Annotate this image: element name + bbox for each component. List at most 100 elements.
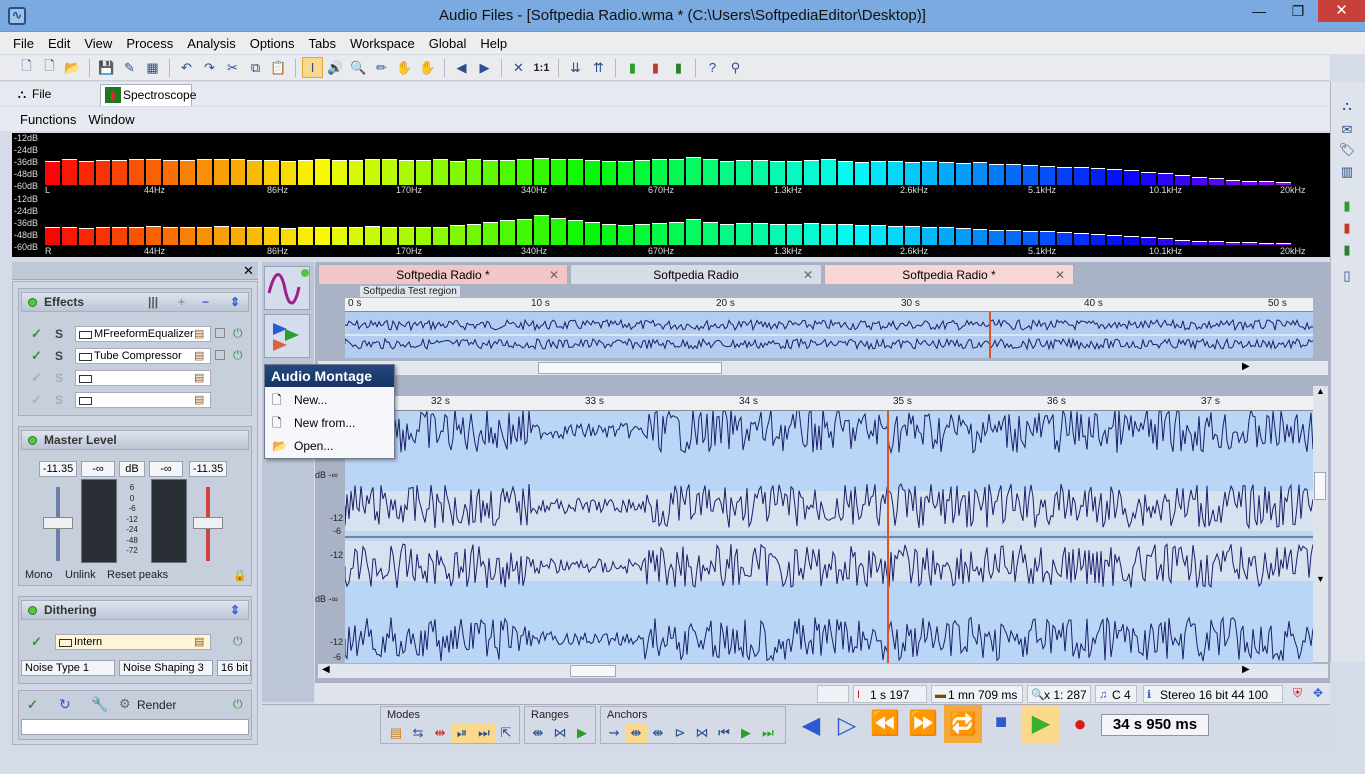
- tab-spectroscope[interactable]: ▮ Spectroscope: [100, 84, 196, 106]
- popup-item-open[interactable]: 📂 Open...: [267, 435, 393, 457]
- marker-side-icon[interactable]: 🏷: [1336, 140, 1358, 160]
- anchor-next-icon[interactable]: ⏭: [757, 723, 779, 743]
- effect-4-solo-icon[interactable]: S: [55, 393, 63, 407]
- region-marker[interactable]: Softpedia Test region: [360, 286, 460, 297]
- anchor-prev-icon[interactable]: ⏮: [713, 723, 735, 743]
- close-button[interactable]: ✕: [1318, 0, 1365, 22]
- status-format[interactable]: ℹStereo 16 bit 44 100 Hz: [1143, 685, 1283, 720]
- effect-2-solo-icon[interactable]: S: [55, 349, 63, 363]
- mode-play-sel-icon[interactable]: ⏯: [451, 723, 473, 743]
- scroll-thumb[interactable]: [538, 362, 722, 374]
- vertical-scrollbar[interactable]: ▲ ▼: [1313, 386, 1328, 662]
- text-cursor-icon[interactable]: I: [302, 57, 323, 78]
- effect-2-check-icon[interactable]: ✓: [31, 348, 42, 364]
- scroll-right-icon[interactable]: ▶: [1242, 361, 1250, 372]
- undo-icon[interactable]: ↶: [176, 57, 197, 78]
- anchor-select-icon[interactable]: ⇼: [625, 723, 647, 743]
- effect-2-power-icon[interactable]: ⏻: [233, 348, 243, 363]
- doc-tab-close-icon[interactable]: ✕: [549, 265, 559, 285]
- keyboard-side-icon[interactable]: ▥: [1336, 162, 1358, 182]
- dither-edit-icon[interactable]: ▤: [194, 635, 204, 648]
- range-split-icon[interactable]: ⋈: [549, 723, 571, 743]
- render-gear-icon[interactable]: ⚙: [119, 696, 131, 712]
- master-power-led[interactable]: [28, 436, 37, 445]
- rewind-icon[interactable]: ⏪: [868, 709, 902, 738]
- copy-icon[interactable]: ⧉: [245, 57, 266, 78]
- zoom-in-vertical-icon[interactable]: ⇊: [565, 57, 586, 78]
- effect-slot-2[interactable]: Tube Compressor: [75, 348, 211, 364]
- speaker-icon[interactable]: 🔊: [325, 57, 346, 78]
- effect-3-check-icon[interactable]: ✓: [31, 370, 42, 386]
- status-cursor[interactable]: I1 s 197 ms: [853, 685, 927, 720]
- scroll-right-icon[interactable]: ▶: [1242, 664, 1250, 675]
- spectrum-icon[interactable]: ▮: [645, 57, 666, 78]
- save-as-icon[interactable]: ✎: [119, 57, 140, 78]
- step-forward-icon[interactable]: ▷: [832, 711, 862, 740]
- effect-slot-3[interactable]: [75, 370, 211, 386]
- main-scrollbar[interactable]: ◀ ▶: [318, 664, 1328, 678]
- render-check-icon[interactable]: ✓: [27, 697, 38, 713]
- mode-clip-icon[interactable]: ▤: [385, 723, 407, 743]
- bit-depth-select[interactable]: 16 bit: [217, 660, 251, 676]
- back-icon[interactable]: ◀: [451, 57, 472, 78]
- close-panel-icon[interactable]: ✕: [243, 263, 254, 279]
- menu-process[interactable]: Process: [119, 36, 180, 51]
- level-meter-icon[interactable]: ▮: [622, 57, 643, 78]
- doc-tab-close-icon[interactable]: ✕: [803, 265, 813, 285]
- maximize-button[interactable]: ❐: [1283, 0, 1313, 22]
- dither-plugin-slot[interactable]: Intern: [55, 634, 211, 650]
- status-zoom[interactable]: 🔍 x 1: 287: [1027, 685, 1091, 703]
- menu-workspace[interactable]: Workspace: [343, 36, 422, 51]
- anchor-wave-icon[interactable]: ⇝: [603, 723, 625, 743]
- stop-icon[interactable]: ■: [988, 711, 1014, 734]
- save-icon[interactable]: 💾: [96, 57, 117, 78]
- remove-effect-icon[interactable]: −: [202, 293, 209, 311]
- loop-button[interactable]: 🔁: [944, 705, 982, 743]
- forward-icon[interactable]: ▶: [474, 57, 495, 78]
- step-back-icon[interactable]: ◀: [796, 711, 826, 740]
- mode-loop-icon[interactable]: ⇆: [407, 723, 429, 743]
- anchor-play-icon[interactable]: ▶: [735, 723, 757, 743]
- file-browser-side-icon[interactable]: ⛬: [1336, 96, 1358, 116]
- dither-check-icon[interactable]: ✓: [31, 634, 42, 650]
- doc-tab-1[interactable]: Softpedia Radio * ✕: [318, 264, 568, 284]
- montage-button[interactable]: [264, 314, 310, 358]
- scroll-left-icon[interactable]: ◀: [322, 664, 330, 675]
- effects-power-led[interactable]: [28, 298, 37, 307]
- spectrum-side-icon[interactable]: ▮: [1336, 218, 1358, 238]
- effect-1-power-icon[interactable]: ⏻: [233, 326, 243, 341]
- effect-1-check-icon[interactable]: ✓: [31, 326, 42, 342]
- menu-edit[interactable]: Edit: [41, 36, 77, 51]
- left-gain-readout[interactable]: -11.35: [39, 461, 77, 477]
- effect-slot-1[interactable]: MFreeformEqualizer: [75, 326, 211, 342]
- new-from-icon[interactable]: 🗋: [39, 57, 60, 78]
- reset-peaks-button[interactable]: Reset peaks: [107, 569, 168, 581]
- bypass-icon[interactable]: |||: [148, 293, 158, 311]
- left-fader-handle[interactable]: [43, 517, 73, 529]
- add-effect-icon[interactable]: +: [178, 293, 185, 311]
- lock-icon[interactable]: 🔒: [233, 569, 247, 582]
- dithering-expand-icon[interactable]: ⇕: [230, 601, 240, 619]
- mode-cursor-icon[interactable]: ⇹: [429, 723, 451, 743]
- menu-view[interactable]: View: [77, 36, 119, 51]
- popup-item-new[interactable]: 🗋 New...: [267, 389, 393, 411]
- effect-1-edit-icon[interactable]: ▤: [194, 327, 204, 340]
- hand-alt-icon[interactable]: ✋: [417, 57, 438, 78]
- pin-side-icon[interactable]: ✉: [1336, 120, 1358, 140]
- effect-2-toggle[interactable]: [215, 350, 225, 360]
- scroll-up-icon[interactable]: ▲: [1316, 386, 1325, 396]
- zoom-out-vertical-icon[interactable]: ⇈: [588, 57, 609, 78]
- render-tools-icon[interactable]: 🔧: [91, 696, 108, 713]
- dithering-power-led[interactable]: [28, 606, 37, 615]
- effect-4-check-icon[interactable]: ✓: [31, 392, 42, 408]
- spectroscope-icon[interactable]: ▮: [668, 57, 689, 78]
- noise-type-select[interactable]: Noise Type 1: [21, 660, 115, 676]
- anchor-marker-icon[interactable]: ⊳: [669, 723, 691, 743]
- menu-global[interactable]: Global: [422, 36, 474, 51]
- vscroll-thumb[interactable]: [1314, 472, 1326, 500]
- tab-file-browser[interactable]: ⛬ File Browser: [10, 84, 94, 121]
- effect-slot-4[interactable]: [75, 392, 211, 408]
- status-note[interactable]: ♫ C 4: [1095, 685, 1137, 703]
- mono-button[interactable]: Mono: [25, 569, 53, 581]
- menu-tabs[interactable]: Tabs: [302, 36, 343, 51]
